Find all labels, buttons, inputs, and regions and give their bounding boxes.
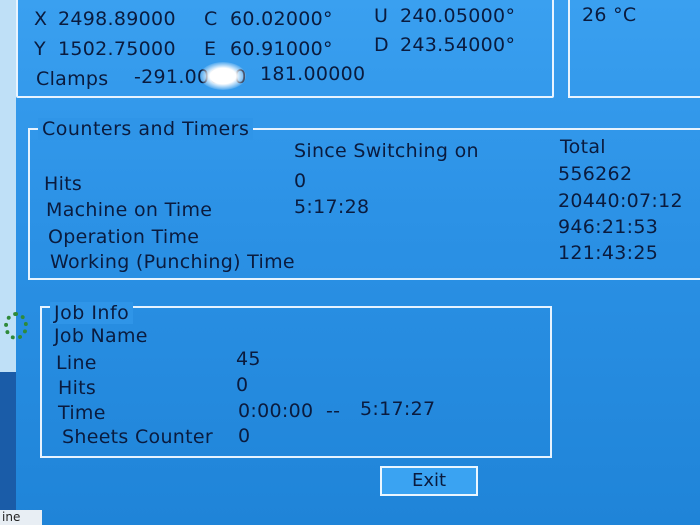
d-axis-label: D xyxy=(374,34,389,56)
job-time-end: 5:17:27 xyxy=(360,398,436,420)
machine-on-time-since-value: 5:17:28 xyxy=(294,196,370,218)
temperature-value: 26 °C xyxy=(582,4,637,26)
hits-total-value: 556262 xyxy=(558,163,633,185)
job-name-label: Job Name xyxy=(54,325,148,347)
x-axis-value: 2498.89000 xyxy=(58,8,176,30)
since-switching-on-header: Since Switching on xyxy=(294,140,479,162)
hits-since-value: 0 xyxy=(294,170,307,192)
job-hits-value: 0 xyxy=(236,374,249,396)
taskbar-fragment: ine xyxy=(0,510,42,525)
machine-on-time-label: Machine on Time xyxy=(46,199,213,221)
job-info-title: Job Info xyxy=(50,302,134,324)
screen-glare xyxy=(200,62,246,90)
left-edge-lower-panel xyxy=(0,372,16,512)
exit-button[interactable]: Exit xyxy=(380,466,478,496)
screen: X 2498.89000 Y 1502.75000 C 60.02000° E … xyxy=(0,0,700,525)
e-axis-label: E xyxy=(204,38,217,60)
counters-timers-title: Counters and Timers xyxy=(38,118,254,140)
hits-label: Hits xyxy=(44,173,83,195)
x-axis-label: X xyxy=(34,8,48,30)
u-axis-value: 240.05000° xyxy=(400,5,516,27)
c-axis-label: C xyxy=(204,8,218,30)
operation-time-label: Operation Time xyxy=(48,226,200,248)
job-hits-label: Hits xyxy=(58,377,97,399)
y-axis-label: Y xyxy=(34,38,46,60)
job-time-separator: -- xyxy=(326,400,341,422)
e-axis-value: 60.91000° xyxy=(230,38,333,60)
machine-on-time-total-value: 20440:07:12 xyxy=(558,190,683,212)
c-axis-value: 60.02000° xyxy=(230,8,333,30)
sheets-counter-label: Sheets Counter xyxy=(62,426,213,448)
working-punching-time-total-value: 121:43:25 xyxy=(558,242,659,264)
working-punching-time-label: Working (Punching) Time xyxy=(50,251,295,273)
clamps-label: Clamps xyxy=(36,68,109,90)
d-axis-value: 243.54000° xyxy=(400,34,516,56)
sheets-counter-value: 0 xyxy=(238,425,251,447)
job-time-label: Time xyxy=(58,402,106,424)
u-axis-label: U xyxy=(374,5,389,27)
circular-logo-icon xyxy=(4,312,28,340)
clamps-value-2: 181.00000 xyxy=(260,63,366,85)
job-time-start: 0:00:00 xyxy=(238,400,314,422)
left-edge-strip xyxy=(0,0,28,525)
total-header: Total xyxy=(560,136,606,158)
operation-time-total-value: 946:21:53 xyxy=(558,216,659,238)
line-value: 45 xyxy=(236,348,261,370)
y-axis-value: 1502.75000 xyxy=(58,38,176,60)
line-label: Line xyxy=(56,352,97,374)
